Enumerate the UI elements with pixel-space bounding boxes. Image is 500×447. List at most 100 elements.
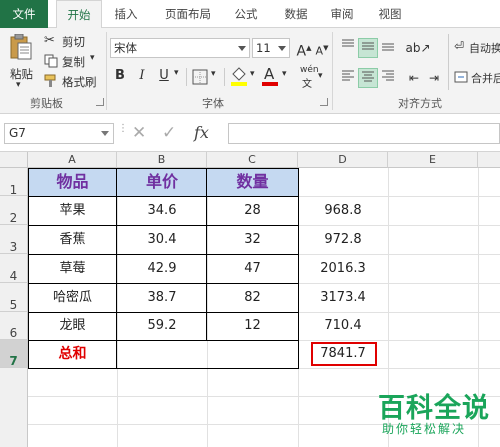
table-cell-total[interactable]: 710.4 bbox=[298, 312, 388, 340]
table-cell-qty[interactable]: 32 bbox=[207, 225, 298, 254]
group-divider bbox=[332, 32, 333, 110]
column-header-d[interactable]: D bbox=[298, 152, 388, 168]
wrap-text-button[interactable]: ⏎ 自动换 bbox=[454, 38, 500, 58]
table-cell-item[interactable]: 苹果 bbox=[28, 196, 117, 225]
fill-color-button[interactable]: ▾ bbox=[230, 66, 260, 88]
decrease-indent-button[interactable]: ⇤ bbox=[404, 68, 424, 88]
tab-file[interactable]: 文件 bbox=[0, 0, 48, 28]
table-cell-qty[interactable]: 82 bbox=[207, 283, 298, 312]
column-header-e[interactable]: E bbox=[388, 152, 478, 168]
grow-font-button[interactable]: A▲ bbox=[294, 38, 314, 60]
checkmark-icon[interactable]: ✓ bbox=[162, 123, 176, 143]
table-cell-item[interactable]: 龙眼 bbox=[28, 312, 117, 340]
clipboard-group-label: 剪贴板 bbox=[30, 97, 63, 110]
tab-data[interactable]: 数据 bbox=[276, 0, 316, 28]
chevron-down-icon[interactable] bbox=[278, 46, 286, 51]
row-header-4[interactable]: 4 bbox=[0, 254, 28, 283]
align-left-button[interactable] bbox=[338, 68, 358, 88]
row-header-7[interactable]: 7 bbox=[0, 340, 28, 368]
chevron-down-icon[interactable] bbox=[101, 131, 109, 136]
chevron-down-icon[interactable]: ▾ bbox=[174, 68, 179, 78]
splitter-handle[interactable]: ⋮ bbox=[118, 124, 128, 142]
align-center-button[interactable] bbox=[358, 68, 378, 88]
table-cell-price[interactable]: 59.2 bbox=[117, 312, 207, 340]
align-top-button[interactable] bbox=[338, 38, 358, 58]
bold-button[interactable]: B bbox=[110, 66, 130, 86]
table-cell-qty[interactable]: 12 bbox=[207, 312, 298, 340]
column-header-b[interactable]: B bbox=[117, 152, 207, 168]
font-name-combo[interactable]: 宋体 bbox=[110, 38, 250, 58]
increase-indent-button[interactable]: ⇥ bbox=[424, 68, 444, 88]
divider bbox=[224, 68, 225, 86]
table-cell-total[interactable]: 3173.4 bbox=[298, 283, 388, 312]
phonetic-label: wén bbox=[300, 65, 319, 75]
spreadsheet-grid: A B C D E 1 2 3 4 5 6 7 物品 单价 数量 苹果 34.6… bbox=[0, 152, 500, 447]
select-all-corner[interactable] bbox=[0, 152, 28, 168]
group-divider bbox=[106, 32, 107, 110]
font-color-button[interactable]: A ▾ bbox=[262, 65, 292, 88]
table-cell-price[interactable]: 30.4 bbox=[117, 225, 207, 254]
formula-bar: G7 ⋮ ✕ ✓ fx bbox=[0, 114, 500, 152]
copy-icon bbox=[44, 54, 58, 68]
row-header-6[interactable]: 6 bbox=[0, 312, 28, 340]
grow-font-icon: A bbox=[296, 43, 307, 60]
chevron-down-icon: ▾ bbox=[16, 80, 21, 90]
align-middle-button[interactable] bbox=[358, 38, 378, 58]
clipboard-launcher-icon[interactable] bbox=[96, 98, 104, 106]
align-left-icon bbox=[342, 70, 354, 81]
table-cell-price[interactable]: 38.7 bbox=[117, 283, 207, 312]
font-size-combo[interactable]: 11 bbox=[252, 38, 290, 58]
chevron-down-icon: ▾ bbox=[250, 69, 255, 79]
orientation-button[interactable]: ab↗ bbox=[404, 38, 432, 58]
font-name-value: 宋体 bbox=[114, 41, 137, 55]
tab-insert[interactable]: 插入 bbox=[106, 0, 146, 28]
borders-button[interactable]: ▾ bbox=[192, 68, 222, 86]
phonetic-button[interactable]: wén 文 ▾ bbox=[298, 65, 328, 90]
italic-button[interactable]: I bbox=[132, 66, 152, 86]
ribbon-tabs: 文件 开始 插入 页面布局 公式 数据 审阅 视图 bbox=[0, 0, 500, 29]
name-box[interactable]: G7 bbox=[4, 123, 114, 144]
underline-button[interactable]: U bbox=[154, 66, 174, 86]
table-cell-total[interactable]: 968.8 bbox=[298, 196, 388, 225]
row-header-5[interactable]: 5 bbox=[0, 283, 28, 312]
tab-page-layout[interactable]: 页面布局 bbox=[156, 0, 220, 28]
tab-home[interactable]: 开始 bbox=[56, 0, 102, 29]
insert-function-button[interactable]: fx bbox=[194, 123, 209, 142]
table-cell-total[interactable]: 2016.3 bbox=[298, 254, 388, 283]
tab-review[interactable]: 审阅 bbox=[322, 0, 362, 28]
table-cell-item[interactable]: 草莓 bbox=[28, 254, 117, 283]
wrap-text-icon: ⏎ bbox=[454, 39, 465, 53]
formula-input[interactable] bbox=[228, 123, 500, 144]
column-header-a[interactable]: A bbox=[28, 152, 117, 168]
table-cell-item[interactable]: 哈密瓜 bbox=[28, 283, 117, 312]
column-header-c[interactable]: C bbox=[207, 152, 298, 168]
cancel-icon[interactable]: ✕ bbox=[132, 123, 146, 143]
row-header-1[interactable]: 1 bbox=[0, 168, 28, 197]
format-painter-button[interactable]: 格式刷 bbox=[44, 72, 104, 90]
font-launcher-icon[interactable] bbox=[320, 98, 328, 106]
merge-center-button[interactable]: 合并后 bbox=[454, 68, 500, 88]
table-cell-total[interactable]: 972.8 bbox=[298, 225, 388, 254]
cut-button[interactable]: ✂ 剪切 bbox=[44, 32, 100, 50]
table-cell-qty[interactable]: 28 bbox=[207, 196, 298, 225]
cut-label: 剪切 bbox=[62, 35, 85, 49]
column-header-f[interactable] bbox=[478, 152, 500, 168]
paste-button[interactable]: 粘贴 ▾ bbox=[4, 32, 38, 90]
sum-value-cell[interactable]: 7841.7 bbox=[298, 340, 388, 368]
indent-icon: ⇤ bbox=[408, 71, 420, 85]
row-header-3[interactable]: 3 bbox=[0, 225, 28, 254]
align-right-button[interactable] bbox=[378, 68, 398, 88]
table-cell-price[interactable]: 34.6 bbox=[117, 196, 207, 225]
align-bottom-button[interactable] bbox=[378, 38, 398, 58]
shrink-font-button[interactable]: A▼ bbox=[312, 38, 332, 58]
table-cell-item[interactable]: 香蕉 bbox=[28, 225, 117, 254]
chevron-down-icon[interactable] bbox=[238, 46, 246, 51]
copy-button[interactable]: 复制 ▾ bbox=[44, 52, 104, 70]
sum-label-cell[interactable]: 总和 bbox=[28, 340, 117, 368]
tab-formulas[interactable]: 公式 bbox=[226, 0, 266, 28]
row-header-2[interactable]: 2 bbox=[0, 196, 28, 225]
table-cell-qty[interactable]: 47 bbox=[207, 254, 298, 283]
table-cell-price[interactable]: 42.9 bbox=[117, 254, 207, 283]
divider bbox=[186, 68, 187, 86]
tab-view[interactable]: 视图 bbox=[370, 0, 410, 28]
